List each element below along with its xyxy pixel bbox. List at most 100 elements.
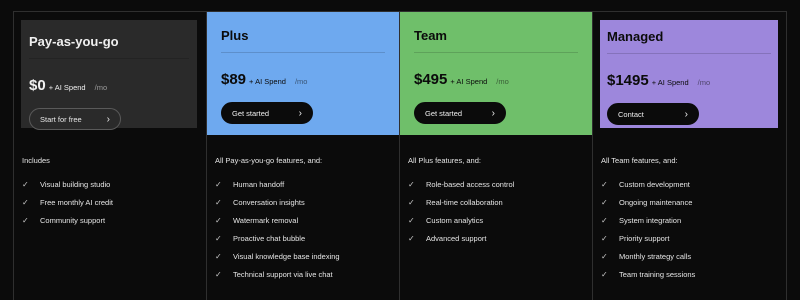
price-amount: $1495 [607, 72, 649, 89]
check-icon: ✓ [601, 197, 608, 207]
plan-column-pay-as-you-go: Pay-as-you-go $0 + AI Spend /mo Start fo… [14, 12, 207, 300]
check-icon: ✓ [215, 215, 222, 225]
price-period: /mo [697, 78, 711, 87]
plan-title: Plus [221, 28, 385, 53]
check-icon: ✓ [601, 251, 608, 261]
price-suffix: + AI Spend [48, 83, 86, 92]
price-amount: $89 [221, 71, 247, 88]
chevron-right-icon: › [298, 107, 302, 119]
feature-item: ✓ Custom analytics [408, 211, 588, 229]
plan-card: Team $495 + AI Spend /mo Get started › [400, 12, 592, 135]
cta-label: Contact [618, 109, 644, 119]
feature-item: ✓ Technical support via live chat [215, 265, 395, 283]
price-suffix: + AI Spend [651, 78, 689, 87]
feature-item: ✓ Priority support [601, 229, 781, 247]
feature-text: Ongoing maintenance [619, 197, 693, 207]
feature-text: Real-time collaboration [426, 197, 503, 207]
feature-text: Community support [40, 215, 106, 225]
feature-list: Includes ✓ Visual building studio ✓ Free mo… [22, 156, 202, 229]
feature-item: ✓ Watermark removal [215, 211, 395, 229]
check-icon: ✓ [601, 233, 608, 243]
feature-text: Visual building studio [40, 179, 111, 189]
plan-price: $1495 + AI Spend /mo [607, 72, 771, 89]
feature-text: Custom analytics [426, 215, 484, 225]
price-period: /mo [94, 83, 108, 92]
feature-item: ✓ System integration [601, 211, 781, 229]
check-icon: ✓ [408, 215, 415, 225]
check-icon: ✓ [408, 197, 415, 207]
plan-card: Managed $1495 + AI Spend /mo Contact › [600, 20, 778, 128]
chevron-right-icon: › [106, 113, 110, 125]
plan-price: $495 + AI Spend /mo [414, 71, 578, 88]
get-started-button[interactable]: Get started › [221, 102, 313, 124]
price-suffix: + AI Spend [450, 77, 488, 86]
check-icon: ✓ [22, 197, 29, 207]
start-for-free-button[interactable]: Start for free › [29, 108, 121, 130]
feature-text: Free monthly AI credit [40, 197, 113, 207]
plan-column-plus: Plus $89 + AI Spend /mo Get started › Al… [207, 12, 400, 300]
price-period: /mo [294, 77, 308, 86]
feature-text: System integration [619, 215, 682, 225]
check-icon: ✓ [215, 251, 222, 261]
feature-text: Proactive chat bubble [233, 233, 306, 243]
check-icon: ✓ [215, 269, 222, 279]
feature-list: All Team features, and: ✓ Custom developm… [601, 156, 781, 283]
feature-text: Advanced support [426, 233, 487, 243]
check-icon: ✓ [215, 179, 222, 189]
feature-item: ✓ Visual knowledge base indexing [215, 247, 395, 265]
check-icon: ✓ [215, 233, 222, 243]
feature-item: ✓ Proactive chat bubble [215, 229, 395, 247]
plan-title: Team [414, 28, 578, 53]
feature-item: ✓ Real-time collaboration [408, 193, 588, 211]
cta-label: Start for free [40, 114, 82, 124]
get-started-button[interactable]: Get started › [414, 102, 506, 124]
price-suffix: + AI Spend [249, 77, 286, 86]
check-icon: ✓ [601, 215, 608, 225]
feature-item: ✓ Visual building studio [22, 175, 202, 193]
feature-item: ✓ Human handoff [215, 175, 395, 193]
feature-text: Team training sessions [619, 269, 696, 279]
contact-button[interactable]: Contact › [607, 103, 699, 125]
check-icon: ✓ [22, 179, 29, 189]
feature-text: Conversation insights [233, 197, 305, 207]
price-amount: $0 [29, 77, 46, 94]
plan-price: $89 + AI Spend /mo [221, 71, 385, 88]
plan-card: Pay-as-you-go $0 + AI Spend /mo Start fo… [21, 20, 197, 130]
features-heading: All Team features, and: [601, 156, 678, 165]
check-icon: ✓ [408, 233, 415, 243]
feature-text: Custom development [619, 179, 690, 189]
features-heading: All Pay-as-you-go features, and: [215, 156, 323, 165]
plan-column-team: Team $495 + AI Spend /mo Get started › A… [400, 12, 593, 300]
plan-card: Plus $89 + AI Spend /mo Get started › [207, 12, 399, 135]
chevron-right-icon: › [491, 107, 495, 119]
feature-text: Watermark removal [233, 215, 299, 225]
feature-item: ✓ Monthly strategy calls [601, 247, 781, 265]
cta-label: Get started [425, 108, 463, 118]
chevron-right-icon: › [684, 108, 688, 120]
plan-price: $0 + AI Spend /mo [29, 77, 189, 94]
feature-text: Technical support via live chat [233, 269, 333, 279]
feature-item: ✓ Role-based access control [408, 175, 588, 193]
price-period: /mo [496, 77, 509, 86]
feature-item: ✓ Team training sessions [601, 265, 781, 283]
features-heading: All Plus features, and: [408, 156, 481, 165]
feature-item: ✓ Community support [22, 211, 202, 229]
feature-text: Role-based access control [426, 179, 515, 189]
feature-list: All Plus features, and: ✓ Role-based acce… [408, 156, 588, 247]
feature-text: Human handoff [233, 179, 285, 189]
check-icon: ✓ [601, 269, 608, 279]
feature-item: ✓ Free monthly AI credit [22, 193, 202, 211]
feature-text: Priority support [619, 233, 670, 243]
check-icon: ✓ [22, 215, 29, 225]
cta-label: Get started [232, 108, 270, 118]
check-icon: ✓ [215, 197, 222, 207]
pricing-grid: Pay-as-you-go $0 + AI Spend /mo Start fo… [13, 11, 787, 300]
feature-item: ✓ Conversation insights [215, 193, 395, 211]
feature-text: Monthly strategy calls [619, 251, 692, 261]
feature-item: ✓ Custom development [601, 175, 781, 193]
feature-item: ✓ Advanced support [408, 229, 588, 247]
check-icon: ✓ [601, 179, 608, 189]
check-icon: ✓ [408, 179, 415, 189]
feature-list: All Pay-as-you-go features, and: ✓ Human … [215, 156, 395, 283]
features-heading: Includes [22, 156, 50, 165]
